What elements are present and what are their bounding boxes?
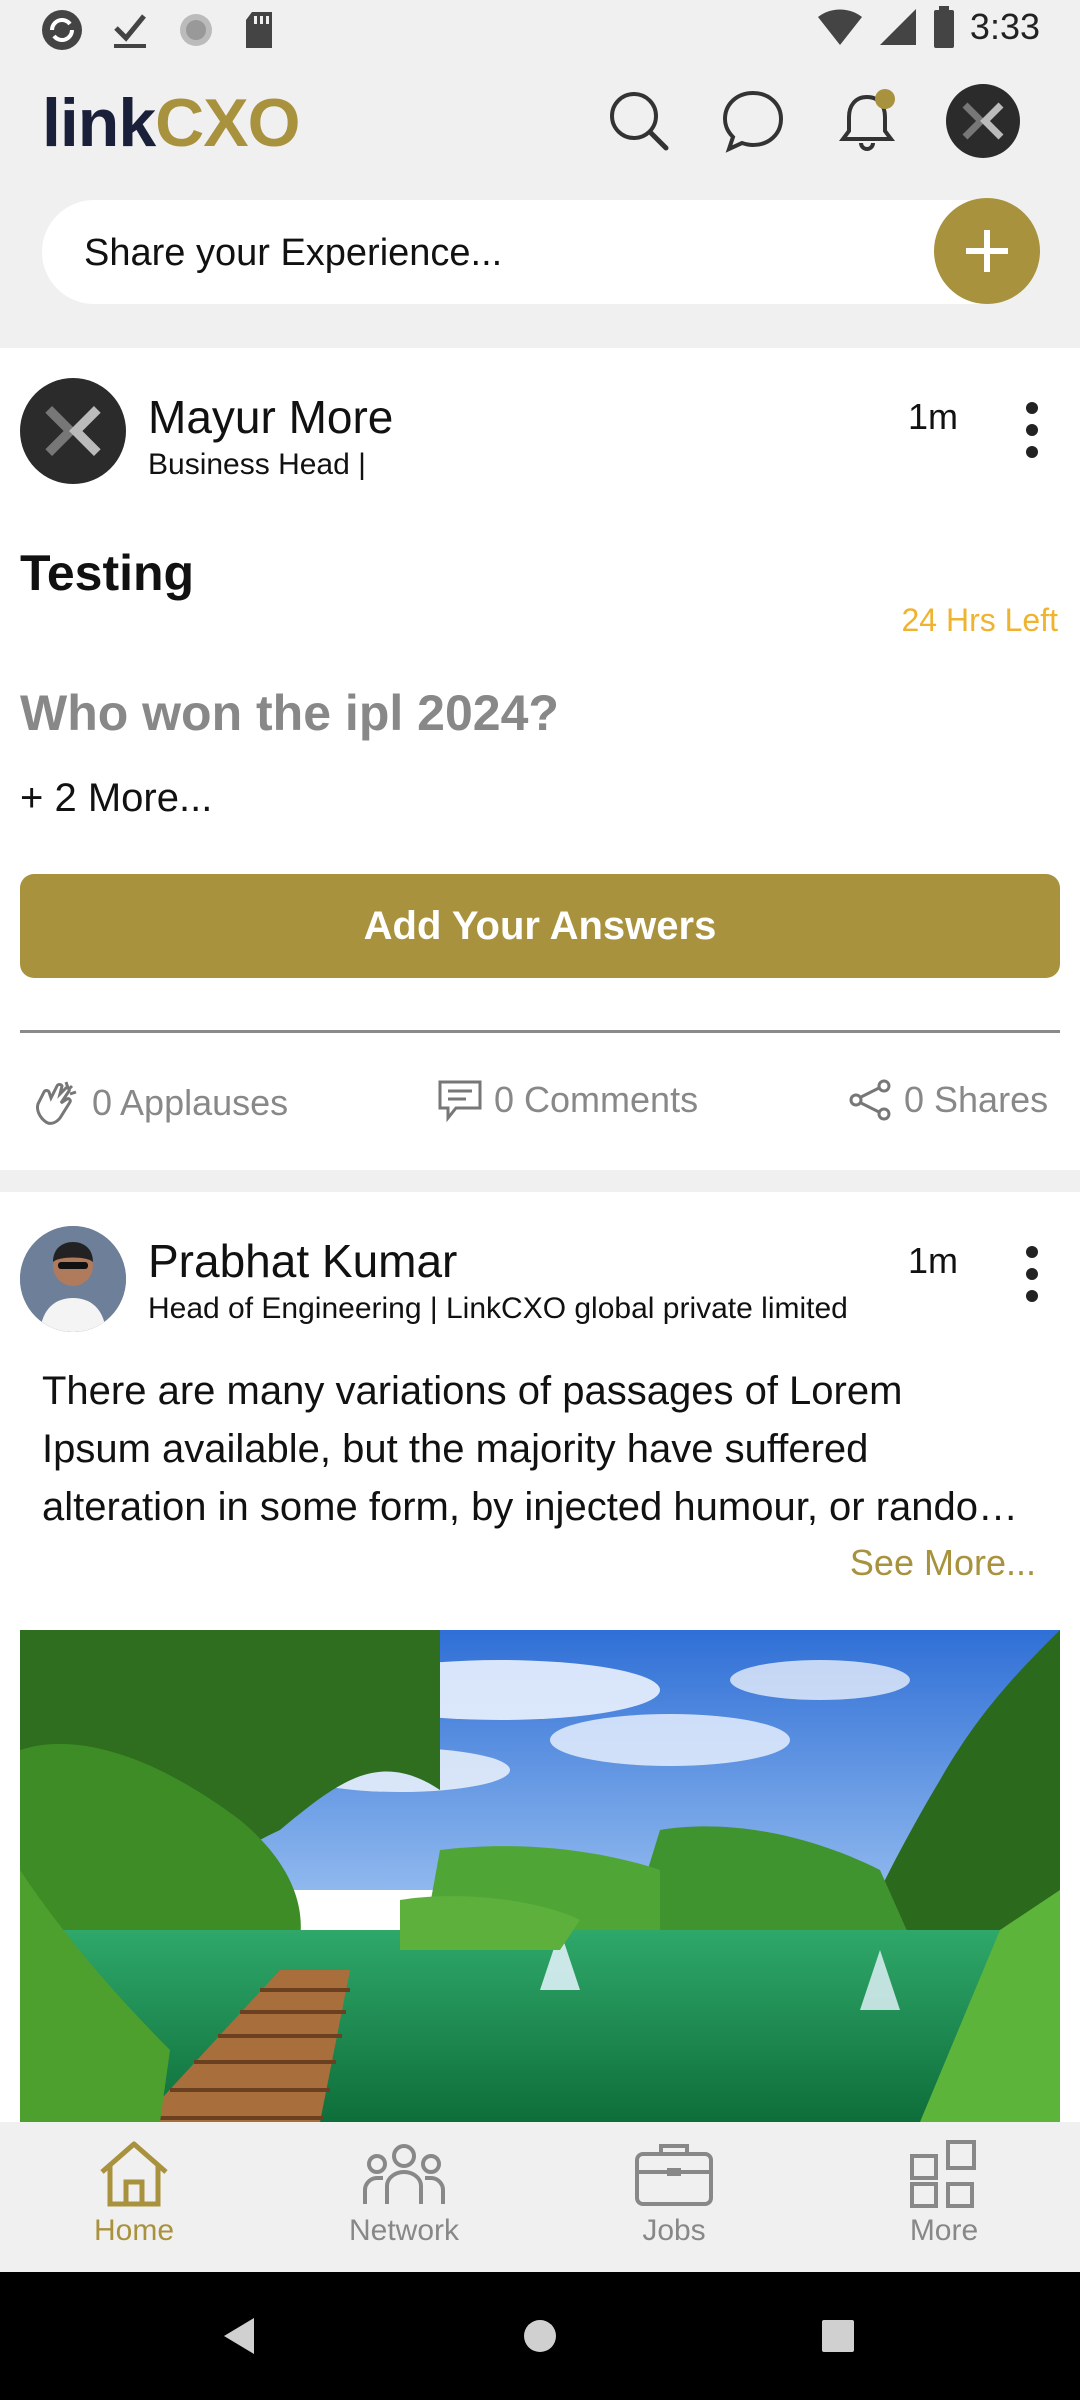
post-time: 1m [908,1240,959,1281]
add-answers-button[interactable]: Add Your Answers [20,874,1060,978]
share-experience-input[interactable]: Share your Experience... [42,198,1040,304]
home-icon [100,2141,168,2207]
battery-icon [933,6,954,48]
see-more-link[interactable]: See More... [850,1542,1036,1584]
author-subtitle: Business Head | [148,448,366,481]
post-body-line: alteration in some form, by injected hum… [42,1485,1032,1529]
nav-jobs[interactable]: Jobs [574,2138,774,2248]
bottom-navigation: Home Network Jobs More [0,2122,1080,2272]
wifi-icon [817,9,862,45]
more-options-link[interactable]: + 2 More... [20,776,212,821]
sync-icon [42,10,82,50]
nav-more-label: More [909,2214,979,2247]
back-icon[interactable] [222,2316,256,2356]
sd-card-icon [246,12,272,48]
share-button[interactable]: 0 Shares [848,1078,1048,1122]
poll-question[interactable]: Who won the ipl 2024? [20,684,559,742]
share-count: 0 Shares [904,1079,1049,1120]
share-placeholder: Share your Experience... [84,232,503,274]
post-body-line: There are many variations of passages of… [42,1369,903,1413]
avatar[interactable] [20,1226,126,1332]
network-icon [363,2144,445,2204]
share-icon [849,1079,891,1121]
post-actions: 0 Applauses 0 Comments 0 Shares [0,1078,1080,1138]
nav-more[interactable]: More [844,2138,1044,2248]
poll-title: Testing [20,545,195,601]
more-options-icon[interactable] [1020,1246,1044,1302]
author-subtitle: Head of Engineering | LinkCXO global pri… [148,1292,848,1325]
plus-icon [966,230,1008,272]
post-body-line: Ipsum available, but the majority have s… [42,1427,869,1471]
status-bar: 3:33 [0,0,1080,64]
profile-avatar[interactable] [946,84,1020,158]
system-navigation-bar [0,2272,1080,2400]
nav-jobs-label: Jobs [642,2214,706,2247]
more-options-icon[interactable] [1020,402,1044,458]
chat-icon[interactable] [718,86,788,156]
post-time: 1m [908,396,959,437]
nav-home[interactable]: Home [34,2138,234,2248]
applause-count: 0 Applauses [92,1082,289,1123]
bell-icon[interactable] [832,86,902,156]
search-icon[interactable] [604,86,674,156]
app-header: linkCXO [0,64,1080,184]
linkcxo-logo[interactable]: linkCXO [42,84,301,162]
time-left: 24 Hrs Left [901,602,1058,638]
applause-button[interactable]: 0 Applauses [32,1078,288,1128]
add-post-button[interactable] [934,198,1040,304]
clock: 3:33 [969,6,1040,47]
loading-icon [180,14,212,46]
nav-network[interactable]: Network [304,2138,504,2248]
poll-post-card: Mayur More Business Head | 1m Testing 24… [0,348,1080,1170]
author-name[interactable]: Prabhat Kumar [148,1234,457,1288]
comment-count: 0 Comments [494,1079,699,1120]
home-circle-icon[interactable] [522,2318,558,2354]
text-post-card: Prabhat Kumar Head of Engineering | Link… [0,1192,1080,2122]
grid-icon [910,2140,976,2208]
post-body: There are many variations of passages of… [42,1362,1032,1536]
divider [20,1030,1060,1033]
clap-icon [36,1081,77,1125]
recents-icon[interactable] [822,2320,854,2352]
nav-home-label: Home [93,2214,175,2247]
author-name[interactable]: Mayur More [148,390,393,444]
avatar[interactable] [20,378,126,484]
nav-network-label: Network [348,2214,460,2247]
download-done-icon [114,14,146,48]
comment-button[interactable]: 0 Comments [436,1078,698,1122]
briefcase-icon [635,2144,713,2206]
signal-icon [879,9,916,45]
comment-icon [438,1080,482,1122]
post-image[interactable] [20,1630,1060,2122]
